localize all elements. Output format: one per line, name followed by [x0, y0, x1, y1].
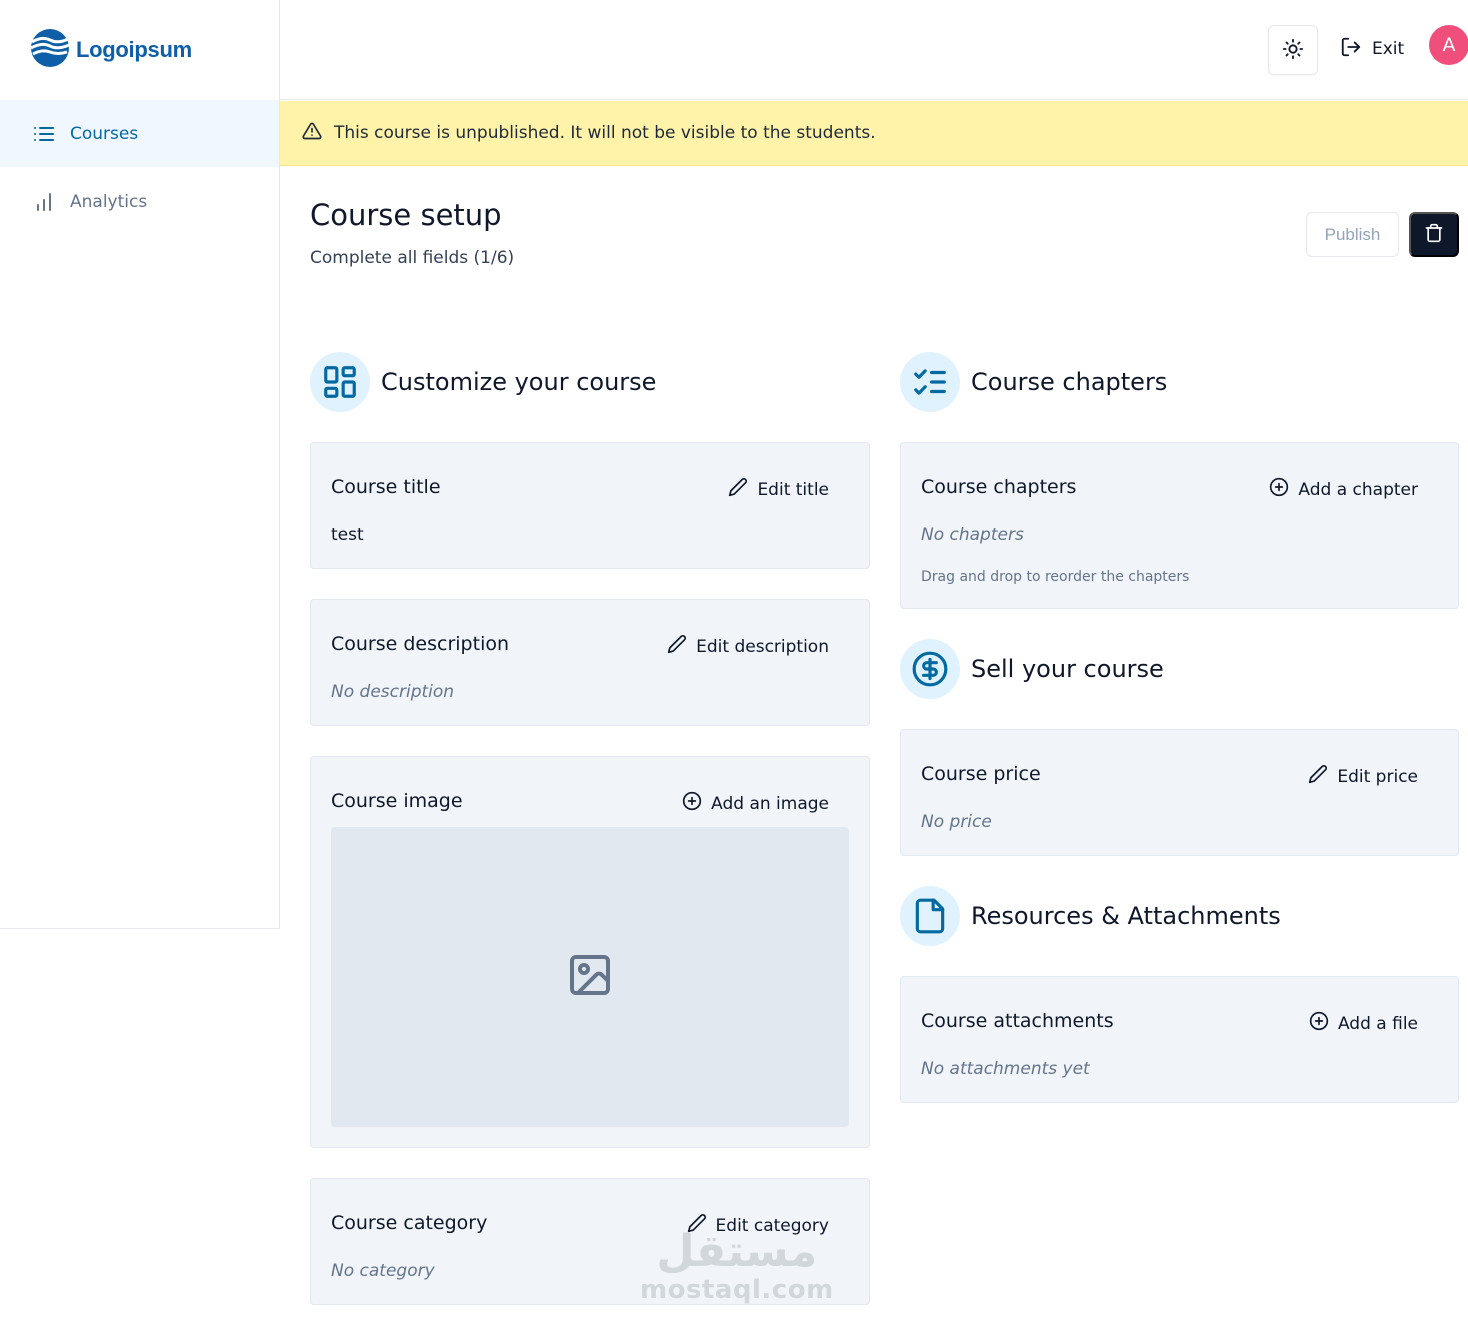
exit-label: Exit — [1372, 39, 1405, 59]
add-chapter-button[interactable]: Add a chapter — [1269, 477, 1418, 502]
plus-circle-icon — [682, 791, 702, 816]
course-attachments-value: No attachments yet — [921, 1059, 1090, 1079]
log-out-icon — [1340, 36, 1362, 63]
bar-chart-icon — [32, 190, 56, 214]
sidebar-item-label: Analytics — [70, 191, 148, 212]
edit-description-button[interactable]: Edit description — [667, 634, 829, 659]
action-label: Add an image — [711, 793, 829, 814]
plus-circle-icon — [1309, 1011, 1329, 1036]
course-title-card: Course title Edit title test — [310, 442, 870, 569]
course-description-card: Course description Edit description No d… — [310, 599, 870, 726]
card-label: Course chapters — [921, 476, 1077, 498]
course-chapters-card: Course chapters Add a chapter No chapter… — [900, 442, 1459, 609]
action-label: Edit description — [696, 636, 829, 657]
card-label: Course title — [331, 476, 441, 498]
card-label: Course category — [331, 1212, 488, 1234]
plus-circle-icon — [1269, 477, 1289, 502]
exit-button[interactable]: Exit — [1340, 30, 1404, 68]
course-attachments-card: Course attachments Add a file No attachm… — [900, 976, 1459, 1103]
avatar[interactable]: A — [1429, 25, 1468, 65]
card-label: Course image — [331, 790, 463, 812]
image-icon — [566, 951, 614, 1003]
pencil-icon — [728, 477, 748, 502]
brand-logo[interactable]: Logoipsum — [30, 28, 192, 72]
section-title: Course chapters — [971, 368, 1168, 396]
section-title: Customize your course — [381, 368, 657, 396]
sidebar-item-analytics[interactable]: Analytics — [0, 168, 279, 235]
image-placeholder[interactable] — [331, 827, 849, 1127]
brand-name: Logoipsum — [76, 37, 192, 62]
course-chapters-value: No chapters — [921, 525, 1024, 545]
resources-section-header: Resources & Attachments — [900, 886, 1281, 946]
action-label: Add a file — [1337, 1013, 1418, 1034]
action-label: Add a chapter — [1298, 479, 1418, 500]
sell-section-header: Sell your course — [900, 639, 1164, 699]
sidebar-item-courses[interactable]: Courses — [0, 100, 279, 167]
layout-dashboard-icon — [310, 352, 370, 412]
reorder-hint: Drag and drop to reorder the chapters — [921, 569, 1190, 585]
watermark-arabic: مستقل — [656, 1226, 818, 1277]
card-label: Course attachments — [921, 1010, 1114, 1032]
file-icon — [900, 886, 960, 946]
banner-text: This course is unpublished. It will not … — [334, 123, 876, 143]
edit-price-button[interactable]: Edit price — [1308, 764, 1418, 789]
completion-text: Complete all fields (1/6) — [310, 248, 515, 268]
section-title: Sell your course — [971, 655, 1164, 683]
add-image-button[interactable]: Add an image — [682, 791, 829, 816]
edit-title-button[interactable]: Edit title — [728, 477, 829, 502]
sun-icon — [1282, 38, 1304, 63]
course-image-card: Course image Add an image — [310, 756, 870, 1148]
circle-dollar-icon — [900, 639, 960, 699]
pencil-icon — [1308, 764, 1328, 789]
list-icon — [32, 122, 56, 146]
action-label: Edit price — [1337, 766, 1418, 787]
trash-icon — [1424, 223, 1444, 246]
delete-button[interactable] — [1409, 212, 1459, 257]
card-label: Course description — [331, 633, 510, 655]
sidebar-item-label: Courses — [70, 123, 139, 144]
list-checks-icon — [900, 352, 960, 412]
unpublished-banner: This course is unpublished. It will not … — [280, 101, 1468, 166]
chapters-section-header: Course chapters — [900, 352, 1167, 412]
course-price-value: No price — [921, 812, 992, 832]
action-label: Edit title — [757, 479, 829, 500]
publish-button[interactable]: Publish — [1306, 212, 1399, 257]
course-title-value: test — [331, 525, 364, 545]
pencil-icon — [667, 634, 687, 659]
section-title: Resources & Attachments — [971, 902, 1281, 930]
course-category-value: No category — [331, 1261, 435, 1281]
course-price-card: Course price Edit price No price — [900, 729, 1459, 856]
card-label: Course price — [921, 763, 1041, 785]
theme-toggle-button[interactable] — [1268, 25, 1318, 75]
alert-triangle-icon — [302, 121, 322, 146]
sidebar: Logoipsum Courses Analytics — [0, 0, 280, 929]
logo-mark-icon — [30, 28, 70, 72]
customize-section-header: Customize your course — [310, 352, 656, 412]
course-description-value: No description — [331, 682, 455, 702]
add-file-button[interactable]: Add a file — [1309, 1011, 1418, 1036]
watermark-latin: mostaql.com — [640, 1275, 834, 1305]
watermark: مستقل mostaql.com — [640, 1226, 834, 1305]
page-title: Course setup — [310, 198, 502, 232]
